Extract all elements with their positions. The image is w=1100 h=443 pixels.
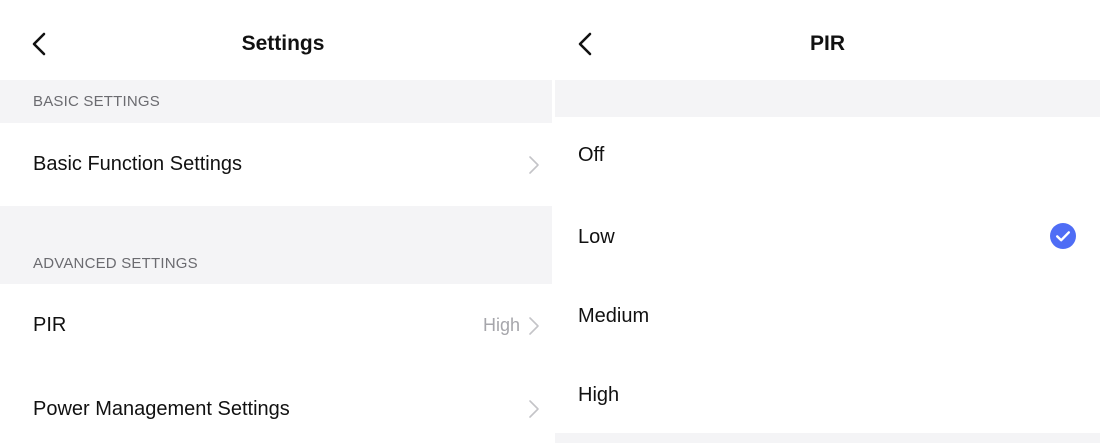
settings-item-pir[interactable]: PIR High xyxy=(0,284,552,366)
settings-item-label: PIR xyxy=(33,314,67,336)
settings-item-label: Power Management Settings xyxy=(33,398,290,420)
option-label: Medium xyxy=(578,305,650,327)
pir-option-medium[interactable]: Medium xyxy=(555,275,1100,354)
check-circle-icon xyxy=(1050,223,1076,249)
pir-back-button[interactable] xyxy=(570,26,600,62)
settings-item-basic-function[interactable]: Basic Function Settings xyxy=(0,123,552,206)
settings-screen: Settings BASIC SETTINGS Basic Function S… xyxy=(0,0,552,443)
settings-item-label: Basic Function Settings xyxy=(33,153,242,175)
section-header-label: BASIC SETTINGS xyxy=(33,93,160,110)
chevron-right-icon xyxy=(529,317,539,335)
option-label: High xyxy=(578,384,620,406)
section-header-basic: BASIC SETTINGS xyxy=(0,80,552,123)
chevron-left-icon xyxy=(578,32,592,56)
settings-back-button[interactable] xyxy=(24,26,54,62)
page-title: PIR xyxy=(809,32,845,55)
option-label: Off xyxy=(578,144,605,166)
settings-item-value: High xyxy=(482,315,520,335)
pir-option-low[interactable]: Low xyxy=(555,196,1100,275)
page-title: Settings xyxy=(241,32,325,55)
pir-nav-bar: PIR xyxy=(555,0,1100,80)
settings-nav-bar: Settings xyxy=(0,0,552,80)
group-spacer xyxy=(555,433,1100,443)
pir-option-off[interactable]: Off xyxy=(555,117,1100,196)
section-header-label: ADVANCED SETTINGS xyxy=(33,255,198,272)
pir-option-high[interactable]: High xyxy=(555,354,1100,433)
group-spacer xyxy=(555,80,1100,117)
chevron-left-icon xyxy=(32,32,46,56)
chevron-right-icon xyxy=(529,156,539,174)
settings-item-power-management[interactable]: Power Management Settings xyxy=(0,366,552,443)
pir-screen: PIR Off Low Medium High xyxy=(555,0,1100,443)
section-header-advanced: ADVANCED SETTINGS xyxy=(0,206,552,284)
option-label: Low xyxy=(578,226,615,248)
chevron-right-icon xyxy=(529,400,539,418)
